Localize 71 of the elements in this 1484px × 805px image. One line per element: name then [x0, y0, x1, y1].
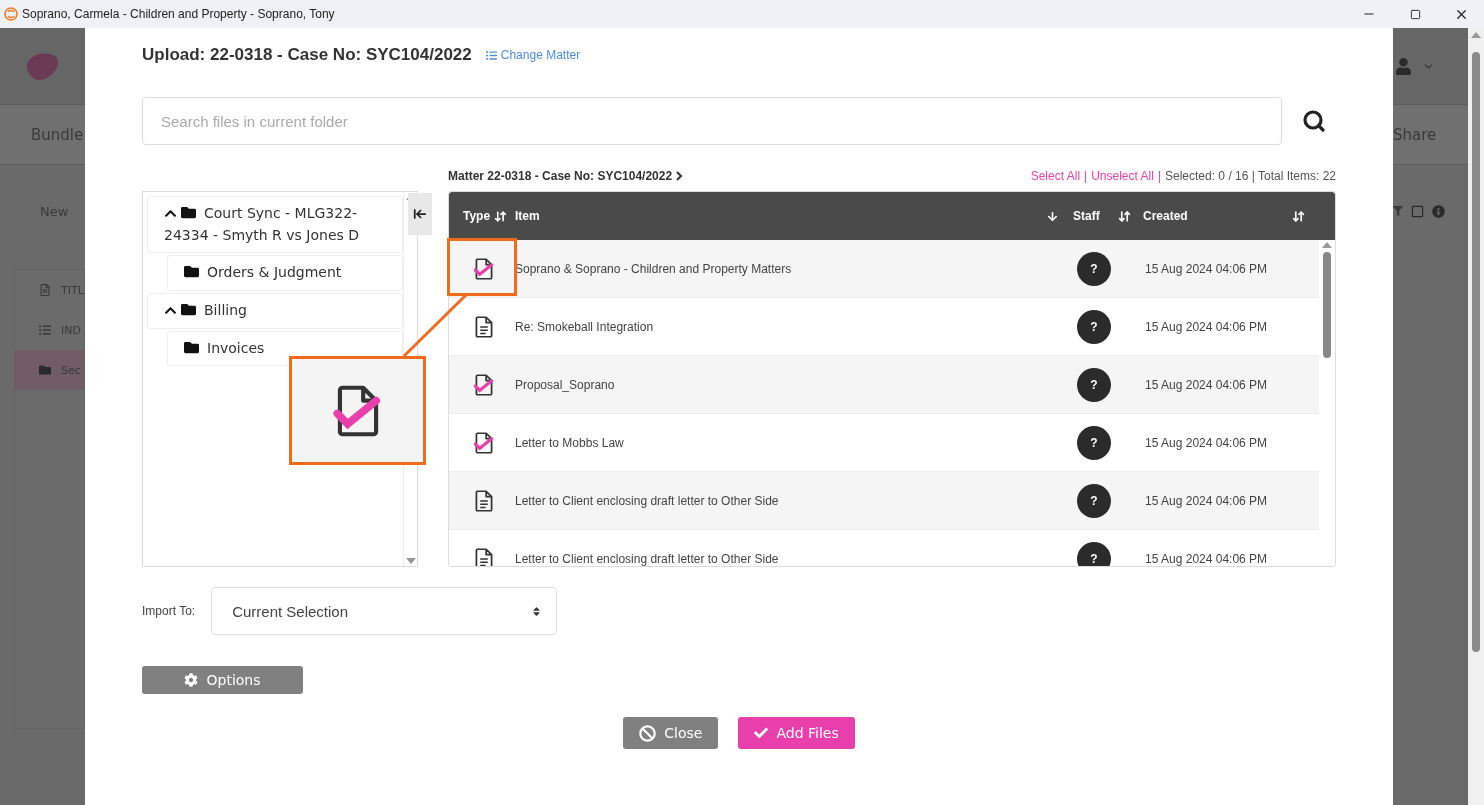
- sort-down-icon[interactable]: [1046, 209, 1059, 223]
- item-cell-text: Re: Smokeball Integration: [515, 319, 655, 334]
- folder-icon: [39, 364, 51, 376]
- column-header[interactable]: Created: [1143, 209, 1319, 223]
- item-cell-text: Letter to Client enclosing draft letter to Other Side: [515, 493, 780, 508]
- created-cell-text: 15 Aug 2024 04:06 PM: [1144, 261, 1269, 276]
- tree-node[interactable]: Orders & Judgment: [167, 255, 403, 292]
- folder-icon: [181, 205, 196, 220]
- checkbox-icon[interactable]: [1411, 204, 1424, 218]
- staff-avatar: ?: [1077, 367, 1111, 402]
- collapse-left-icon[interactable]: [413, 207, 427, 221]
- highlight-frame: [447, 238, 517, 296]
- folder-icon: [181, 302, 196, 318]
- import-label: Import To:: [142, 604, 196, 618]
- gear-icon[interactable]: [184, 673, 199, 687]
- folder-icon: [184, 339, 199, 355]
- user-icon[interactable]: [1395, 57, 1412, 75]
- close-button[interactable]: Close: [623, 717, 719, 749]
- breadcrumb[interactable]: Matter 22-0318 - Case No: SYC104/2022: [448, 169, 684, 183]
- item-cell-text: Letter to Client enclosing draft letter to Other Side: [515, 551, 780, 566]
- created-cell-text: 15 Aug 2024 04:06 PM: [1144, 435, 1269, 450]
- staff-avatar: ?: [1077, 309, 1111, 344]
- list-icon: [39, 324, 51, 336]
- collapse-panel-button[interactable]: [408, 193, 432, 235]
- import-select[interactable]: Current Selection: [211, 587, 558, 635]
- add-files-button[interactable]: Add Files: [738, 717, 855, 749]
- selection-link[interactable]: Unselect All: [1091, 169, 1154, 183]
- selection-link[interactable]: Select All: [1030, 169, 1081, 183]
- created-cell-text: 15 Aug 2024 04:06 PM: [1144, 377, 1269, 392]
- created-cell-text: 15 Aug 2024 04:06 PM: [1144, 551, 1269, 566]
- selection-status: Selected: 0 / 16 | Total Items: 22: [1165, 169, 1336, 183]
- ban-icon[interactable]: [639, 724, 657, 742]
- list-icon[interactable]: [485, 49, 497, 61]
- check-icon[interactable]: [754, 726, 769, 740]
- tree-node[interactable]: Billing: [147, 293, 403, 329]
- sort-icon[interactable]: [494, 209, 507, 223]
- sort-icon[interactable]: [1118, 209, 1131, 223]
- options-button[interactable]: Options: [142, 666, 303, 694]
- document-icon: [39, 284, 51, 296]
- item-cell-text: Letter to Mobbs Law: [515, 435, 625, 450]
- column-header[interactable]: Type: [449, 209, 515, 223]
- search-icon[interactable]: [1302, 109, 1326, 133]
- column-header[interactable]: Staff: [1073, 209, 1143, 223]
- file-row[interactable]: Letter to Client enclosing draft letter to Other Side ? 15 Aug 2024 04:06 PM: [449, 472, 1319, 530]
- staff-avatar: ?: [1077, 541, 1111, 566]
- window-title: Soprano, Carmela - Children and Property - Soprano, Tony: [22, 7, 336, 21]
- search-field[interactable]: Search files in current folder: [142, 97, 1282, 145]
- separator: |: [1157, 169, 1161, 183]
- item-cell-text: Proposal_Soprano: [515, 377, 616, 392]
- item-cell-text: Soprano & Soprano - Children and Property Matters: [515, 261, 793, 276]
- collapse-caret-icon[interactable]: [164, 207, 177, 220]
- created-cell-text: 15 Aug 2024 04:06 PM: [1144, 493, 1269, 508]
- tree-node[interactable]: Court Sync - MLG322-24334 - Smyth R vs Jones D: [147, 196, 403, 254]
- file-row[interactable]: Soprano & Soprano - Children and Property Matters ? 15 Aug 2024 04:06 PM: [449, 240, 1319, 298]
- chevron-right-icon[interactable]: [675, 171, 684, 181]
- info-icon[interactable]: [1432, 204, 1445, 218]
- sort-caret-icon[interactable]: [531, 605, 543, 617]
- folder-icon: [184, 264, 199, 280]
- staff-avatar: ?: [1077, 251, 1111, 286]
- dialog-title: Upload: 22-0318 - Case No: SYC104/2022: [142, 45, 472, 65]
- change-matter-link[interactable]: Change Matter: [485, 48, 581, 62]
- file-row[interactable]: Proposal_Soprano ? 15 Aug 2024 04:06 PM: [449, 356, 1319, 414]
- sort-icon[interactable]: [1292, 209, 1305, 223]
- created-cell-text: 15 Aug 2024 04:06 PM: [1144, 319, 1269, 334]
- app-logo-icon: [4, 7, 18, 21]
- staff-avatar: ?: [1077, 425, 1111, 460]
- page-scrollbar[interactable]: [1468, 28, 1484, 805]
- staff-avatar: ?: [1077, 483, 1111, 518]
- maximize-icon[interactable]: [1409, 8, 1421, 20]
- column-header[interactable]: Item: [515, 209, 1073, 223]
- separator: |: [1084, 169, 1088, 183]
